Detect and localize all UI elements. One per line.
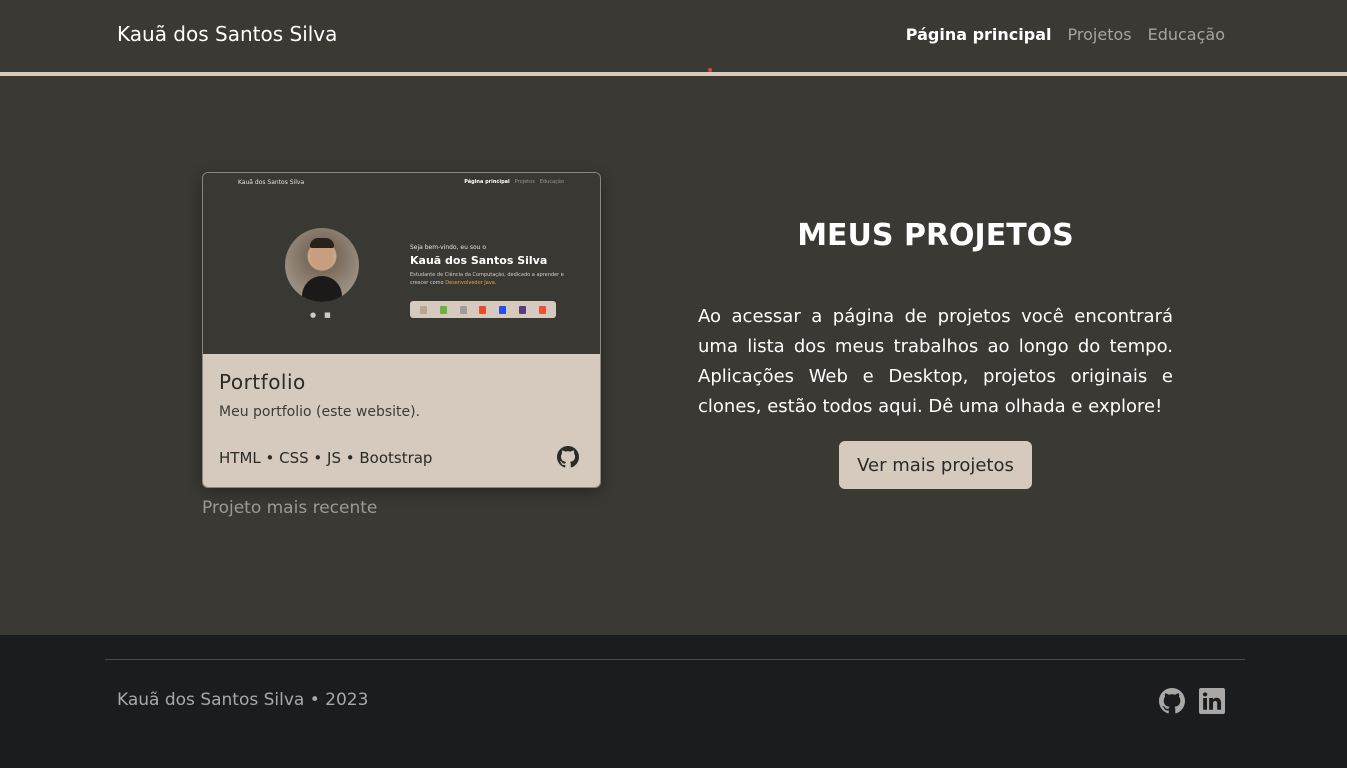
footer: Kauã dos Santos Silva • 2023: [0, 635, 1347, 768]
thumbnail-desc: Estudante de Ciência da Computação, dedi…: [410, 271, 565, 287]
section-title: MEUS PROJETOS: [797, 218, 1074, 253]
css3-icon: [499, 305, 507, 314]
github-icon[interactable]: [557, 446, 579, 468]
nav-link-home[interactable]: Página principal: [906, 25, 1052, 44]
section-description: Ao acessar a página de projetos você enc…: [698, 306, 1173, 417]
nav-links: Página principal Projetos Educação: [906, 25, 1225, 44]
thumbnail-nav-home: Página principal: [464, 179, 510, 185]
project-card: Kauã dos Santos Silva Página principal P…: [202, 172, 601, 488]
navbar-brand[interactable]: Kauã dos Santos Silva: [117, 22, 337, 46]
card-description: Meu portfolio (este website).: [219, 404, 421, 420]
card-tech-stack: HTML • CSS • JS • Bootstrap: [219, 449, 433, 467]
linkedin-icon[interactable]: [1199, 688, 1225, 714]
footer-divider: [105, 659, 1245, 660]
nav-link-projects[interactable]: Projetos: [1068, 25, 1132, 44]
project-thumbnail: Kauã dos Santos Silva Página principal P…: [203, 173, 600, 355]
thumbnail-welcome: Seja bem-vindo, eu sou o: [410, 244, 486, 251]
see-more-projects-button[interactable]: Ver mais projetos: [839, 441, 1032, 489]
thumbnail-desc-highlight: Desenvolvedor Java.: [445, 280, 497, 286]
nav-link-education[interactable]: Educação: [1148, 25, 1225, 44]
thumbnail-skills: [410, 301, 556, 318]
rss-icon: [459, 305, 467, 314]
card-body: Portfolio Meu portfolio (este website). …: [203, 354, 600, 487]
thumbnail-name: Kauã dos Santos Silva: [410, 254, 548, 267]
git-icon: [538, 305, 546, 314]
nav-indicator-dot: [708, 68, 712, 72]
github-icon[interactable]: [1159, 688, 1185, 714]
thumbnail-github-icon: ●: [310, 311, 317, 319]
recent-project-label: Projeto mais recente: [202, 498, 378, 518]
card-title: Portfolio: [219, 370, 306, 394]
thumbnail-avatar: [285, 228, 359, 302]
thumbnail-nav-projects: Projetos: [514, 179, 535, 185]
thumbnail-brand: Kauã dos Santos Silva: [238, 179, 305, 186]
java-icon: [420, 305, 428, 314]
navbar: Kauã dos Santos Silva Página principal P…: [0, 0, 1347, 76]
html5-icon: [479, 305, 487, 314]
thumbnail-nav-education: Educação: [539, 179, 564, 185]
footer-copyright: Kauã dos Santos Silva • 2023: [117, 690, 369, 710]
thumbnail-nav: Página principal Projetos Educação: [464, 179, 564, 185]
thumbnail-social: ● ■: [310, 311, 331, 319]
thumbnail-linkedin-icon: ■: [324, 311, 331, 319]
spring-icon: [440, 305, 448, 314]
bootstrap-icon: [518, 305, 526, 314]
